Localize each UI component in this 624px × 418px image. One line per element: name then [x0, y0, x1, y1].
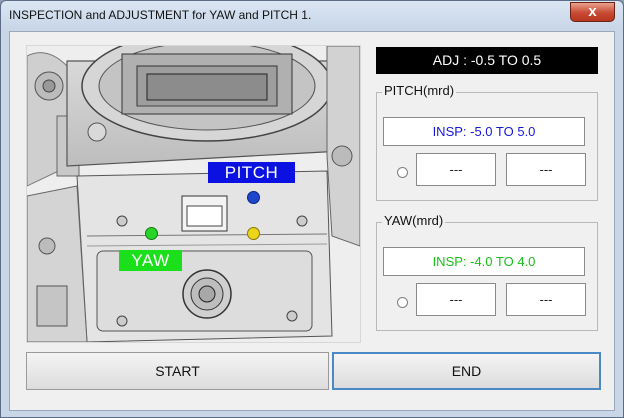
yaw-radio[interactable]: [397, 297, 408, 308]
pitch-value-1: ---: [416, 153, 496, 186]
yaw-marker-dot: [145, 227, 158, 240]
pitch-label: PITCH: [208, 162, 295, 183]
yaw-group-label: YAW(mrd): [382, 213, 446, 228]
pitch-insp-range: INSP: -5.0 TO 5.0: [383, 117, 585, 146]
close-icon: x: [588, 3, 597, 20]
start-button[interactable]: START: [26, 352, 329, 390]
close-button[interactable]: x: [570, 2, 615, 22]
yaw-group: YAW(mrd) INSP: -4.0 TO 4.0 --- ---: [376, 213, 598, 331]
camera-image: PITCH YAW: [26, 45, 361, 343]
pitch-group: PITCH(mrd) INSP: -5.0 TO 5.0 --- ---: [376, 83, 598, 201]
pitch-marker-dot: [247, 191, 260, 204]
yaw-value-2: ---: [506, 283, 586, 316]
yaw-label: YAW: [119, 250, 182, 271]
window-title: INSPECTION and ADJUSTMENT for YAW and PI…: [9, 8, 312, 22]
yaw-value-1: ---: [416, 283, 496, 316]
yaw-insp-range: INSP: -4.0 TO 4.0: [383, 247, 585, 276]
adj-range-display: ADJ : -0.5 TO 0.5: [376, 47, 598, 74]
pitch-value-2: ---: [506, 153, 586, 186]
pitch-group-label: PITCH(mrd): [382, 83, 457, 98]
reference-marker-dot: [247, 227, 260, 240]
end-button[interactable]: END: [332, 352, 601, 390]
camera-body-drawing: [27, 46, 360, 342]
client-area: PITCH YAW ADJ : -0.5 TO 0.5 PITCH(mrd) I…: [9, 31, 615, 411]
main-window: INSPECTION and ADJUSTMENT for YAW and PI…: [0, 0, 624, 418]
pitch-radio[interactable]: [397, 167, 408, 178]
title-bar: INSPECTION and ADJUSTMENT for YAW and PI…: [1, 1, 623, 31]
